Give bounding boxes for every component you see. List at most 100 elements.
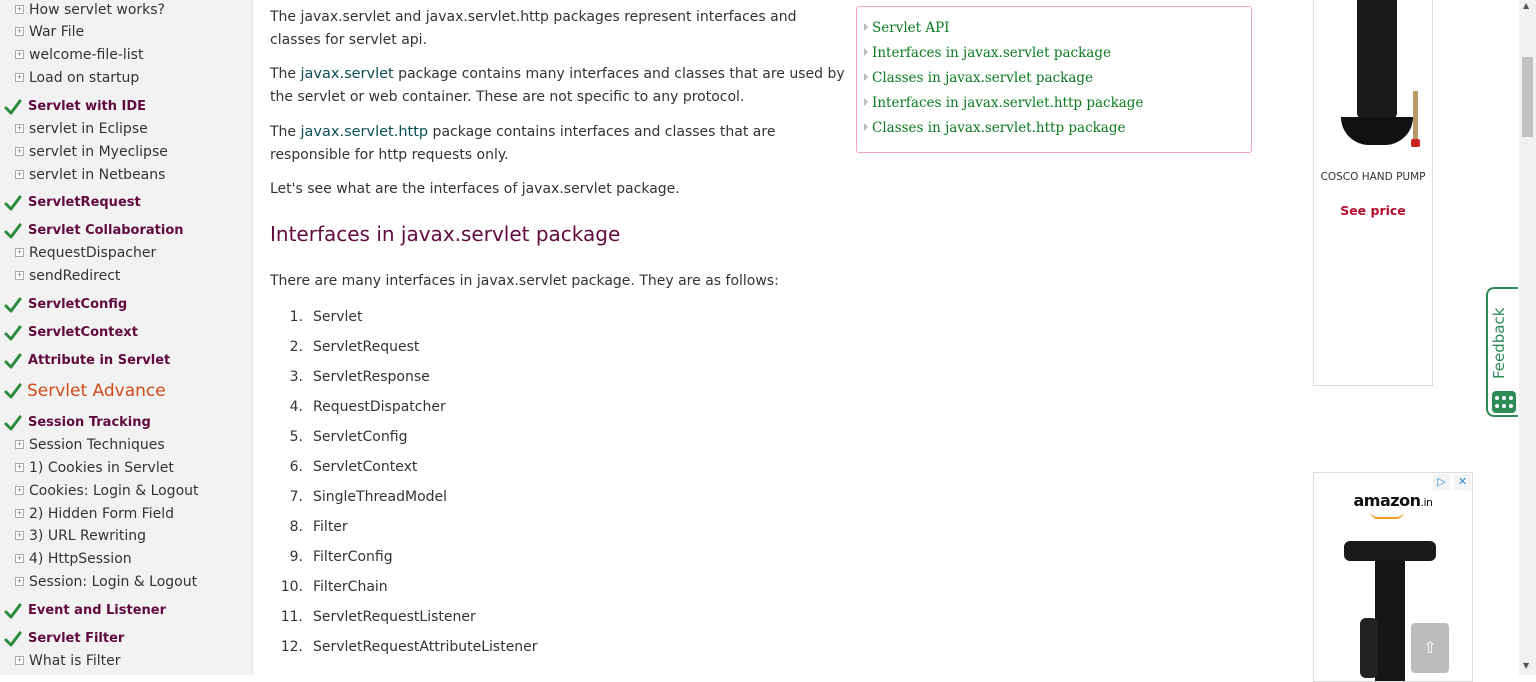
toc-link[interactable]: Classes in javax.servlet package [864, 70, 1093, 86]
dot [1509, 396, 1513, 400]
paragraph-intro: The javax.servlet and javax.servlet.http… [270, 9, 797, 48]
sidebar-item-link[interactable]: + servlet in Netbeans [0, 165, 253, 187]
scrollbar[interactable]: ▲ ▼ [1519, 0, 1536, 675]
list-text: ServletConfig [313, 429, 408, 445]
expand-icon: + [15, 248, 24, 257]
scroll-down-icon[interactable]: ▼ [1523, 661, 1529, 670]
product-image-base [1341, 117, 1413, 145]
sidebar-item-section[interactable]: Servlet Advance [0, 380, 253, 402]
sidebar-item-link[interactable]: + RequestDispacher [0, 243, 253, 265]
feedback-label: Feedback [1490, 307, 1508, 379]
product-image-handle[interactable] [1344, 541, 1436, 561]
sidebar-item-section[interactable]: Servlet Filter [0, 628, 253, 650]
sidebar-item-label: How servlet works? [29, 2, 165, 18]
sidebar-item-link[interactable]: + welcome-file-list [0, 45, 253, 67]
list-text: FilterChain [313, 579, 388, 595]
section-heading: Interfaces in javax.servlet package [270, 222, 621, 246]
toc-link-label: Servlet API [872, 20, 950, 36]
sidebar-item-section[interactable]: ServletRequest [0, 192, 253, 214]
sidebar-item-link[interactable]: +2) Hidden Form Field [0, 504, 253, 526]
ad-amazon-banner[interactable]: ▷ ✕ amazon.in [1313, 472, 1473, 682]
sidebar-item-link[interactable]: + What is Filter [0, 651, 253, 673]
list-item: 10. FilterChain [270, 579, 670, 601]
sidebar-item-section[interactable]: ServletContext [0, 322, 253, 344]
package-name-servlet-http: javax.servlet.http [300, 124, 429, 140]
logo-suffix: .in [1420, 496, 1433, 509]
sidebar-item-section[interactable]: Servlet Collaboration [0, 220, 253, 242]
toc-link[interactable]: Classes in javax.servlet.http package [864, 120, 1126, 136]
list-item: 4. RequestDispatcher [270, 399, 670, 421]
sidebar-item-link[interactable]: + War File [0, 22, 253, 44]
sidebar-item-label: Session Techniques [29, 437, 165, 453]
expand-icon: + [15, 73, 24, 82]
list-item: 7. SingleThreadModel [270, 489, 670, 511]
bullet-triangle-icon [864, 73, 868, 81]
expand-icon: + [15, 124, 24, 133]
list-text: Servlet [313, 309, 363, 325]
sidebar-item-section[interactable]: Event and Listener [0, 600, 253, 622]
expand-icon: + [15, 509, 24, 518]
bullet-triangle-icon [864, 48, 868, 56]
sidebar-item-link[interactable]: + How servlet works? [0, 0, 253, 22]
sidebar-item-label: Servlet Filter [28, 631, 125, 646]
bullet-triangle-icon [864, 23, 868, 31]
product-image[interactable] [1357, 0, 1397, 119]
expand-icon: + [15, 170, 24, 179]
back-to-top-button[interactable]: ⇧ [1411, 623, 1449, 673]
scroll-up-icon[interactable]: ▲ [1523, 1, 1529, 10]
expand-icon: + [15, 50, 24, 59]
sidebar-item-section[interactable]: ServletConfig [0, 294, 253, 316]
toc-link[interactable]: Servlet API [864, 20, 950, 36]
paragraph-lets-see: Let's see what are the interfaces of jav… [270, 181, 680, 197]
expand-icon: + [15, 5, 24, 14]
sidebar-item-label: Servlet Advance [27, 381, 166, 401]
sidebar-item-link[interactable]: + servlet in Myeclipse [0, 142, 253, 164]
sidebar-item-section[interactable]: Session Tracking [0, 412, 253, 434]
toc-link[interactable]: Interfaces in javax.servlet package [864, 45, 1111, 61]
sidebar-item-link[interactable]: +3) URL Rewriting [0, 526, 253, 548]
sidebar-item-label: RequestDispacher [29, 245, 157, 261]
sidebar-item-link[interactable]: + Cookies: Login & Logout [0, 481, 253, 503]
sidebar-item-link[interactable]: + Load on startup [0, 68, 253, 90]
product-name[interactable]: COSCO HAND PUMP [1314, 171, 1432, 183]
expand-icon: + [15, 27, 24, 36]
sidebar-item-label: servlet in Netbeans [29, 167, 166, 183]
list-item: 9. FilterConfig [270, 549, 670, 571]
list-number: 5. [289, 429, 303, 445]
checkmark-icon [4, 382, 22, 400]
ad-product-card[interactable]: COSCO HAND PUMP See price [1313, 0, 1433, 386]
checkmark-icon [4, 98, 22, 116]
sidebar-item-label: War File [29, 24, 85, 40]
expand-icon: + [15, 531, 24, 540]
dot [1502, 404, 1506, 408]
sidebar-item-label: 2) Hidden Form Field [29, 506, 174, 522]
sidebar-item-link[interactable]: +4) HttpSession [0, 549, 253, 571]
close-icon[interactable]: ✕ [1454, 474, 1471, 490]
list-text: SingleThreadModel [313, 489, 448, 505]
sidebar-item-link[interactable]: + Session Techniques [0, 435, 253, 457]
adchoices-icon[interactable]: ▷ [1433, 474, 1450, 490]
list-text: Filter [313, 519, 348, 535]
sidebar-item-label: Load on startup [29, 70, 140, 86]
sidebar-item-label: Session Tracking [28, 415, 151, 430]
sidebar-item-link[interactable]: + servlet in Eclipse [0, 119, 253, 141]
expand-icon: + [15, 440, 24, 449]
sidebar-item-section[interactable]: Attribute in Servlet [0, 350, 253, 372]
sidebar-item-link[interactable]: + Session: Login & Logout [0, 572, 253, 594]
scroll-thumb[interactable] [1522, 57, 1533, 137]
expand-icon: + [15, 554, 24, 563]
list-text: RequestDispatcher [313, 399, 446, 415]
sidebar-item-link[interactable]: +1) Cookies in Servlet [0, 458, 253, 480]
expand-icon: + [15, 271, 24, 280]
toc-link[interactable]: Interfaces in javax.servlet.http package [864, 95, 1143, 111]
product-image-valve [1411, 139, 1420, 147]
sidebar-item-link[interactable]: + sendRedirect [0, 266, 253, 288]
feedback-tab[interactable]: Feedback [1486, 287, 1518, 417]
list-item: 11. ServletRequestListener [270, 609, 670, 631]
see-price-link[interactable]: See price [1314, 203, 1432, 218]
list-text: FilterConfig [313, 549, 393, 565]
list-item: 2. ServletRequest [270, 339, 670, 361]
sidebar-item-section[interactable]: Servlet with IDE [0, 96, 253, 118]
list-number: 11. [280, 609, 303, 625]
sidebar-item-label: 4) HttpSession [29, 551, 132, 567]
